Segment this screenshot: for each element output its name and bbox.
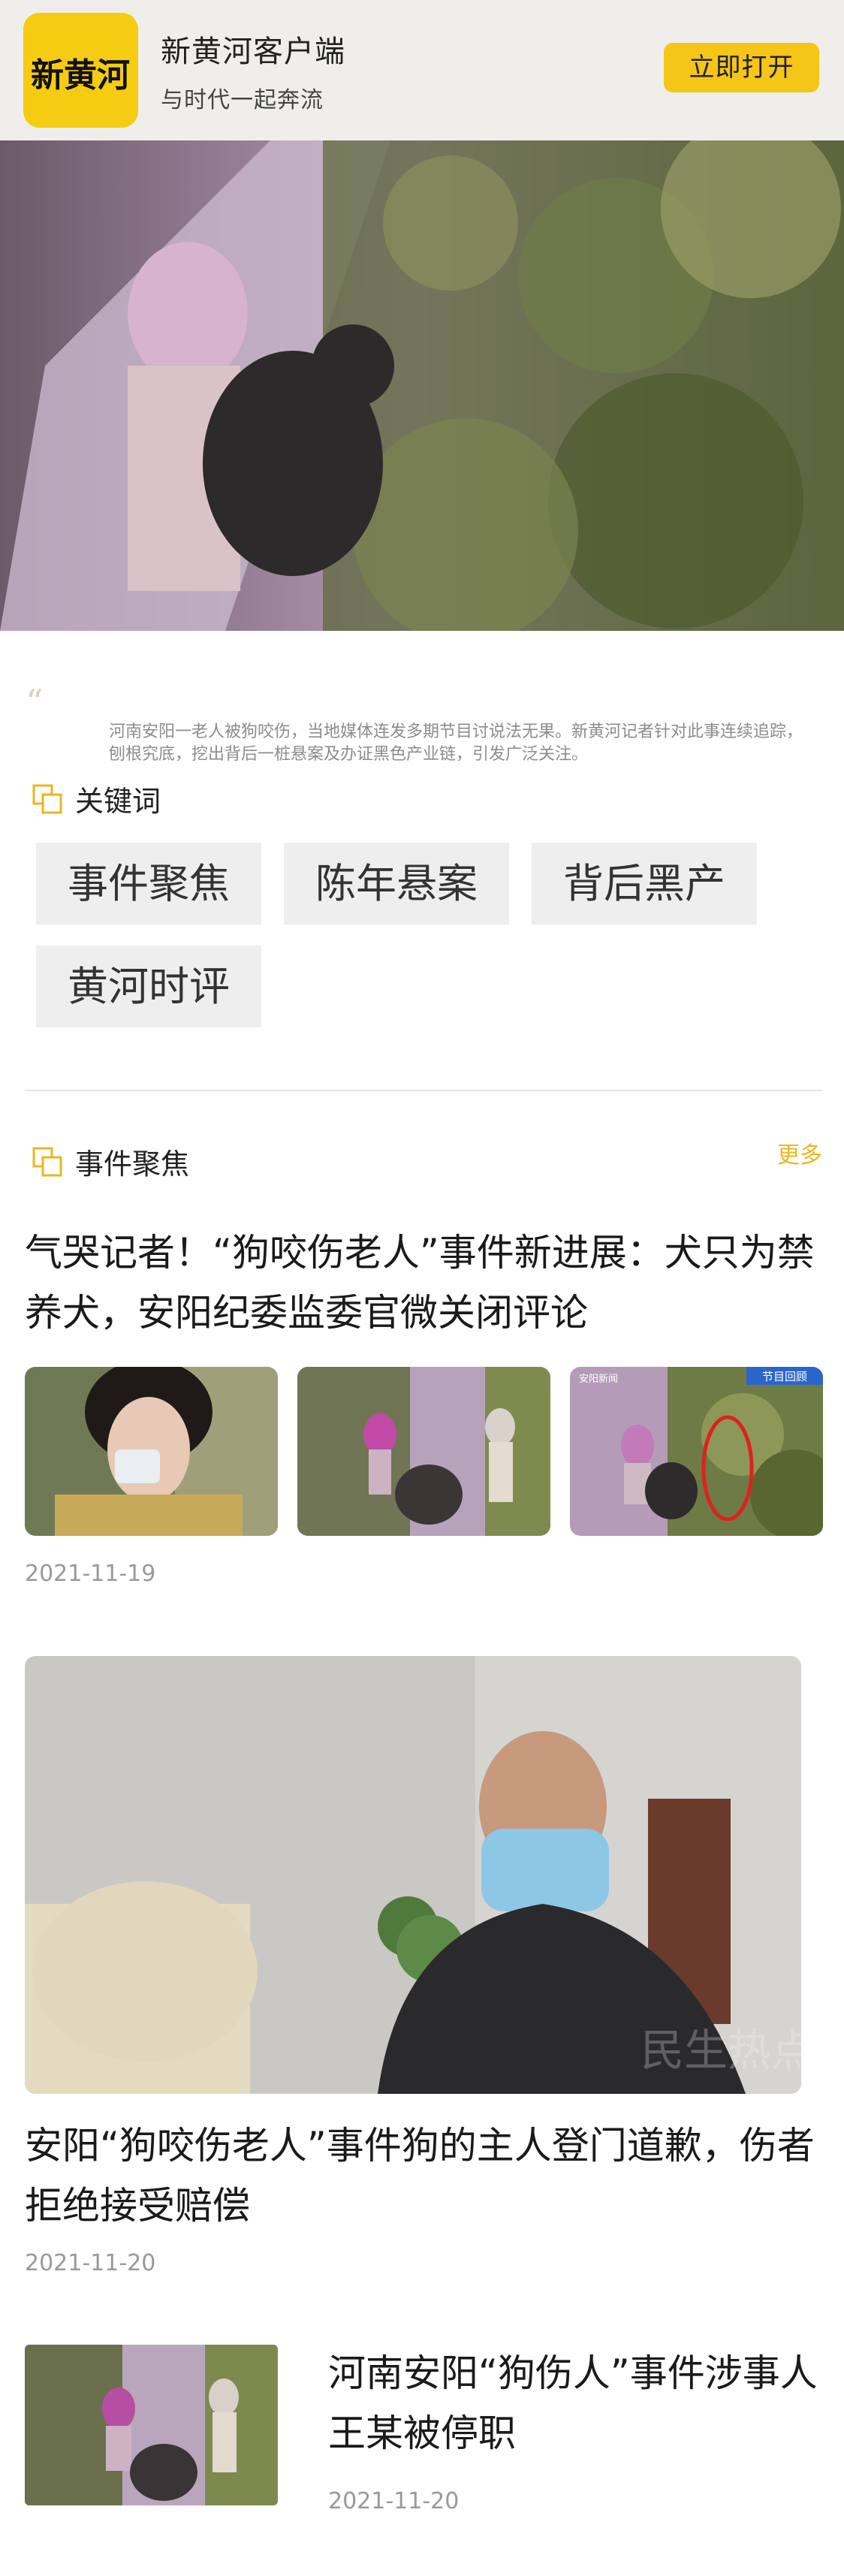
keyword-tag[interactable]: 事件聚焦 <box>36 843 261 925</box>
article-date: 2021-11-20 <box>328 2488 460 2514</box>
app-name: 新黄河客户端 <box>161 35 345 69</box>
app-logo-text: 新黄河 <box>31 56 130 95</box>
focus-section-label: 事件聚焦 <box>75 1148 190 1181</box>
article-thumbnail[interactable] <box>25 2345 278 2505</box>
keyword-tag[interactable]: 陈年悬案 <box>284 843 509 925</box>
section-squares-icon <box>32 784 62 813</box>
section-divider <box>25 1090 823 1091</box>
keywords-heading-label: 关键词 <box>75 785 161 818</box>
open-app-button[interactable]: 立即打开 <box>664 43 819 92</box>
hero-image <box>0 140 844 631</box>
keywords-heading: 关键词 <box>32 778 161 819</box>
more-link[interactable]: 更多 <box>777 1136 822 1169</box>
keyword-tag[interactable]: 黄河时评 <box>36 946 261 1027</box>
article-title[interactable]: 安阳“狗咬伤老人”事件狗的主人登门道歉，伤者拒绝接受赔偿 <box>25 2116 823 2236</box>
article-date: 2021-11-19 <box>25 1561 156 1587</box>
thumb-badge-channel: 安阳新闻 <box>579 1373 618 1385</box>
article-thumbnail[interactable] <box>297 1367 550 1536</box>
quote-icon: “ <box>26 682 44 722</box>
thumb-badge-program: 节目回顾 <box>762 1370 807 1383</box>
article-cover-image[interactable]: 民生热点 <box>25 1656 801 2094</box>
article-date: 2021-11-20 <box>25 2250 156 2276</box>
article-thumbnail[interactable] <box>25 1367 278 1536</box>
focus-section-heading: 事件聚焦 <box>32 1141 189 1182</box>
cover-watermark: 民生热点 <box>641 2025 801 2076</box>
section-squares-icon <box>32 1147 62 1176</box>
app-slogan: 与时代一起奔流 <box>161 87 324 113</box>
keyword-tag[interactable]: 背后黑产 <box>532 843 757 925</box>
article-summary: 河南安阳一老人被狗咬伤，当地媒体连发多期节目讨说法无果。新黄河记者针对此事连续追… <box>109 722 803 764</box>
article-thumbnail[interactable]: 节目回顾 安阳新闻 <box>570 1367 823 1536</box>
article-title[interactable]: 气哭记者！“狗咬伤老人”事件新进展：犬只为禁养犬，安阳纪委监委官微关闭评论 <box>25 1223 823 1343</box>
article-title[interactable]: 河南安阳“狗伤人”事件涉事人王某被停职 <box>328 2343 824 2463</box>
app-logo[interactable]: 新黄河 <box>23 13 138 128</box>
app-download-banner: 新黄河 新黄河客户端 与时代一起奔流 立即打开 <box>0 0 844 140</box>
